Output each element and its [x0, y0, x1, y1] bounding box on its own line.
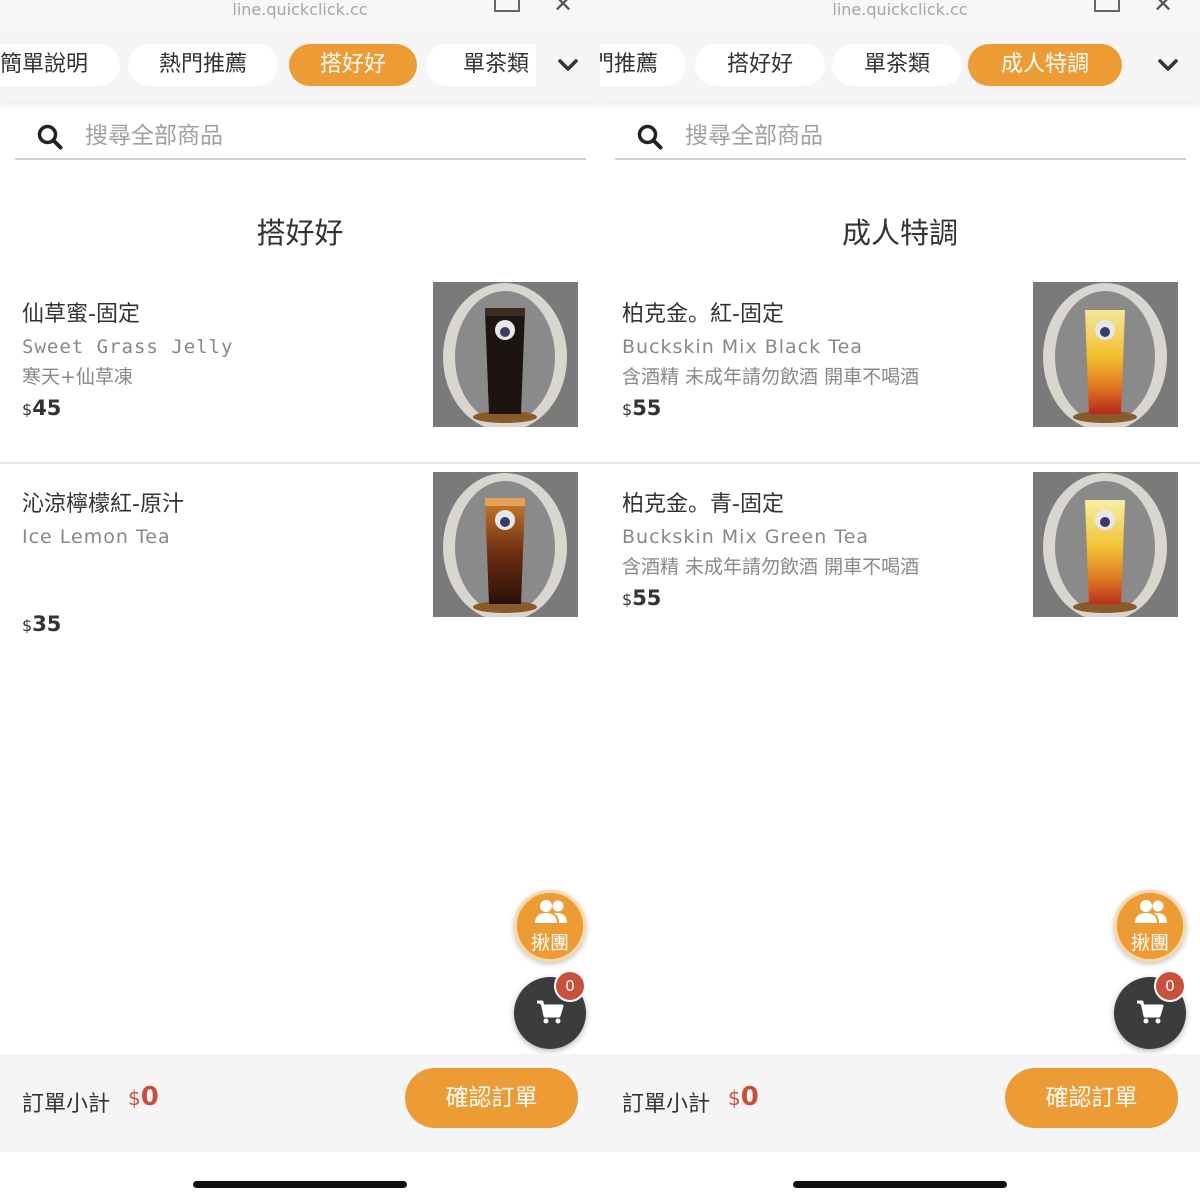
- product-name-en: Ice Lemon Tea: [22, 526, 171, 548]
- product-name: 沁涼檸檬紅-原汁: [22, 492, 184, 517]
- product-name-en: Buckskin Mix Black Tea: [622, 336, 863, 358]
- home-indicator: [193, 1181, 407, 1188]
- tab-popular[interactable]: 熱門推薦: [128, 44, 278, 86]
- tab-combo[interactable]: 搭好好: [695, 44, 825, 86]
- product-name: 柏克金。青-固定: [622, 492, 784, 517]
- close-icon[interactable]: ✕: [553, 0, 573, 16]
- tabs-expand-button[interactable]: [1136, 28, 1200, 102]
- group-order-label: 揪團: [530, 932, 569, 954]
- group-order-button[interactable]: 揪團: [514, 890, 586, 962]
- order-footer: 訂單小計 $0 確認訂單: [0, 1054, 600, 1152]
- search-icon: [637, 124, 663, 150]
- search-bar: [615, 112, 1186, 160]
- product-price: $45: [22, 396, 62, 420]
- share-icon[interactable]: [1094, 0, 1120, 12]
- product-desc: 寒天+仙草凍: [22, 366, 133, 388]
- subtotal-value: $0: [128, 1082, 159, 1112]
- chevron-down-icon: [1158, 59, 1178, 71]
- product-item[interactable]: 柏克金。青-固定 Buckskin Mix Green Tea 含酒精 未成年請…: [600, 472, 1200, 676]
- group-order-button[interactable]: 揪團: [1114, 890, 1186, 962]
- home-indicator: [793, 1181, 1007, 1188]
- category-title: 搭好好: [256, 216, 344, 250]
- chevron-down-icon: [558, 59, 578, 71]
- subtotal-label: 訂單小計: [22, 1092, 111, 1117]
- browser-bar: line.quickclick.cc ✕: [600, 0, 1200, 28]
- product-image[interactable]: [433, 282, 578, 427]
- search-input[interactable]: [685, 118, 1165, 154]
- product-item[interactable]: 仙草蜜-固定 Sweet Grass Jelly 寒天+仙草凍 $45: [0, 282, 600, 486]
- category-title: 成人特調: [841, 216, 958, 250]
- subtotal-label: 訂單小計: [622, 1092, 711, 1117]
- cart-icon: [1137, 1000, 1164, 1024]
- product-name: 柏克金。紅-固定: [622, 302, 784, 327]
- product-price: $55: [622, 586, 662, 610]
- search-icon: [37, 124, 63, 150]
- product-image[interactable]: [433, 472, 578, 617]
- product-image[interactable]: [1033, 472, 1178, 617]
- confirm-order-button[interactable]: 確認訂單: [405, 1068, 578, 1128]
- tab-popular[interactable]: 門推薦: [600, 44, 686, 86]
- tab-combo[interactable]: 搭好好: [289, 44, 417, 86]
- search-input[interactable]: [85, 118, 565, 154]
- product-item[interactable]: 柏克金。紅-固定 Buckskin Mix Black Tea 含酒精 未成年請…: [600, 282, 1200, 486]
- product-desc: 含酒精 未成年請勿飲酒 開車不喝酒: [622, 366, 920, 388]
- tab-adult-special[interactable]: 成人特調: [968, 44, 1122, 86]
- close-icon[interactable]: ✕: [1153, 0, 1173, 16]
- tab-simple-guide[interactable]: 簡單說明: [0, 44, 120, 86]
- confirm-order-button[interactable]: 確認訂單: [1005, 1068, 1178, 1128]
- share-icon[interactable]: [494, 0, 520, 12]
- group-icon: [535, 900, 567, 923]
- subtotal-value: $0: [728, 1082, 759, 1112]
- cart-icon: [537, 1000, 564, 1024]
- product-image[interactable]: [1033, 282, 1178, 427]
- product-name: 仙草蜜-固定: [22, 302, 140, 327]
- divider: [0, 462, 600, 464]
- category-tabs: 簡單說明 熱門推薦 搭好好 單茶類: [0, 28, 600, 102]
- category-tabs: 門推薦 搭好好 單茶類 成人特調: [600, 28, 1200, 102]
- product-price: $35: [22, 612, 62, 636]
- tab-single-tea[interactable]: 單茶類: [832, 44, 962, 86]
- tabs-expand-button[interactable]: [536, 28, 600, 102]
- product-name-en: Buckskin Mix Green Tea: [622, 526, 870, 548]
- left-screen: line.quickclick.cc ✕ 簡單說明 熱門推薦 搭好好 單茶類 搭…: [0, 0, 600, 1200]
- order-footer: 訂單小計 $0 確認訂單: [600, 1054, 1200, 1152]
- group-order-label: 揪團: [1130, 932, 1169, 954]
- cart-count-badge: 0: [554, 970, 586, 1002]
- right-screen: line.quickclick.cc ✕ 門推薦 搭好好 單茶類 成人特調 成人…: [600, 0, 1200, 1200]
- search-bar: [15, 112, 586, 160]
- product-name-en: Sweet Grass Jelly: [22, 336, 234, 358]
- product-desc: 含酒精 未成年請勿飲酒 開車不喝酒: [622, 556, 920, 578]
- group-icon: [1135, 900, 1167, 923]
- divider: [600, 462, 1200, 464]
- product-price: $55: [622, 396, 662, 420]
- product-item[interactable]: 沁涼檸檬紅-原汁 Ice Lemon Tea $35: [0, 472, 600, 676]
- browser-bar: line.quickclick.cc ✕: [0, 0, 600, 28]
- cart-count-badge: 0: [1154, 970, 1186, 1002]
